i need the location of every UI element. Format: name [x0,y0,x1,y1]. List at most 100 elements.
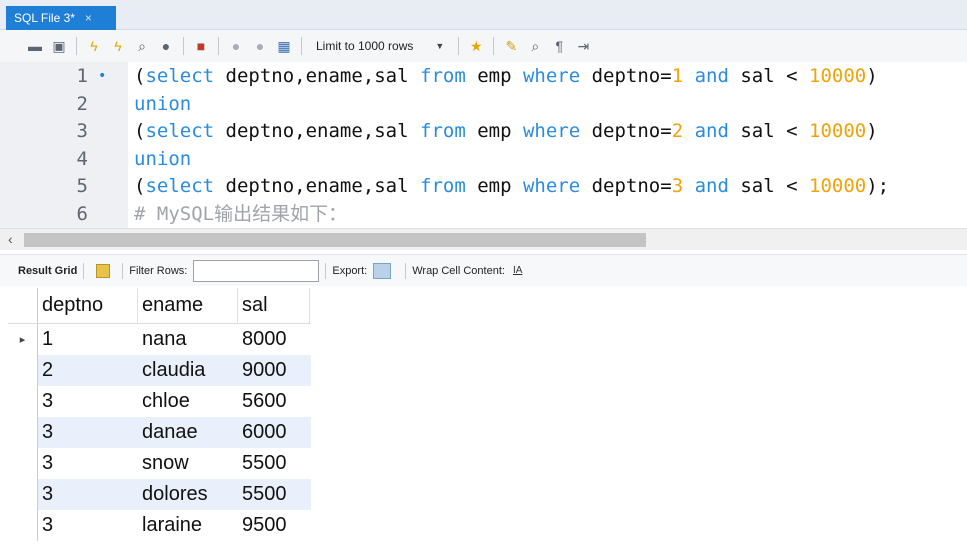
row-selector[interactable] [8,448,38,479]
sql-text: ); [866,175,890,197]
sql-text: sal < [728,175,809,197]
cell-deptno[interactable]: 3 [38,514,138,537]
grid-view-icon[interactable] [96,263,111,278]
line-number-cell: 5 [0,172,128,200]
table-row[interactable]: 3 laraine 9500 [8,510,311,541]
sql-keyword: from [420,120,466,142]
row-selector[interactable] [8,386,38,417]
cell-deptno[interactable]: 1 [38,328,138,351]
toggle-output-icon[interactable]: ■ [192,37,210,55]
cell-sal[interactable]: 5500 [238,452,310,475]
cell-ename[interactable]: laraine [138,514,238,537]
folder-open-icon[interactable]: ▬ [26,37,44,55]
cell-ename[interactable]: claudia [138,359,238,382]
cell-sal[interactable]: 9500 [238,514,310,537]
code-line[interactable]: 4 union [0,145,967,173]
code-line[interactable]: 2 union [0,90,967,118]
sql-text: deptno,ename,sal [214,175,420,197]
cell-ename[interactable]: danae [138,421,238,444]
explain-icon[interactable]: ⌕ [133,37,151,55]
cell-ename[interactable]: chloe [138,390,238,413]
sql-text: deptno= [580,175,672,197]
cell-sal[interactable]: 9000 [238,359,310,382]
table-row[interactable]: 3 snow 5500 [8,448,311,479]
sql-keyword: union [134,147,192,170]
sql-number: 1 [671,65,684,87]
save-icon[interactable]: ▣ [50,37,68,55]
toolbar-separator [183,37,184,55]
toolbar-separator [301,37,302,55]
filter-rows-label: Filter Rows: [129,264,188,277]
add-snippet-icon[interactable]: ★ [467,37,485,55]
beautify-icon[interactable]: ✎ [502,37,520,55]
line-number-cell: 3 [0,117,128,145]
sql-text: ) [866,120,878,142]
wrap-icon[interactable]: ⇥ [574,37,592,55]
line-number: 4 [76,147,88,170]
cell-sal[interactable]: 6000 [238,421,310,444]
close-icon[interactable]: × [85,11,92,25]
execute-current-icon[interactable]: ϟ [109,37,127,55]
table-row[interactable]: ▸ 1 nana 8000 [8,324,311,355]
sql-number: 10000 [809,175,867,197]
code-line[interactable]: 5 (select deptno,ename,sal from emp where… [0,172,967,200]
table-row[interactable]: 2 claudia 9000 [8,355,311,386]
cell-sal[interactable]: 5500 [238,483,310,506]
stop-icon[interactable]: ● [157,37,175,55]
sql-text: deptno,ename,sal [214,120,420,142]
cell-ename[interactable]: nana [138,328,238,351]
cell-ename[interactable]: snow [138,452,238,475]
cell-deptno[interactable]: 3 [38,452,138,475]
chevron-down-icon: ▼ [435,41,445,51]
statement-marker-icon: • [98,68,107,84]
toolbar-separator [76,37,77,55]
tab-sql-file-3[interactable]: SQL File 3* × [6,6,116,30]
cell-deptno[interactable]: 3 [38,421,138,444]
column-header-deptno[interactable]: deptno [38,288,138,323]
cell-deptno[interactable]: 3 [38,483,138,506]
export-icon[interactable] [373,262,392,279]
limit-rows-select[interactable]: Limit to 1000 rows ▼ [310,36,450,56]
code-line[interactable]: 3 (select deptno,ename,sal from emp where… [0,117,967,145]
sql-text: deptno= [580,65,672,87]
cell-deptno[interactable]: 2 [38,359,138,382]
cell-ename[interactable]: dolores [138,483,238,506]
line-number-cell: 6 [0,200,128,228]
scroll-left-icon[interactable]: ‹ [8,231,13,247]
sql-text: emp [465,120,523,142]
invisible-chars-icon[interactable]: ¶ [550,37,568,55]
cell-deptno[interactable]: 3 [38,390,138,413]
current-row-marker-icon[interactable]: ▸ [8,324,38,355]
wrap-cell-content-label: Wrap Cell Content: [412,264,505,277]
grid-header-row: deptno ename sal [8,288,311,324]
toolbar-separator [458,37,460,55]
sql-keyword: and [694,120,729,142]
row-selector[interactable] [8,417,38,448]
table-row[interactable]: 3 dolores 5500 [8,479,311,510]
wrap-cell-icon[interactable]: IA [513,265,522,276]
scrollbar-thumb[interactable] [24,233,646,247]
cell-sal[interactable]: 5600 [238,390,310,413]
code-line[interactable]: 1 • (select deptno,ename,sal from emp wher… [0,62,967,90]
cell-sal[interactable]: 8000 [238,328,310,351]
execute-icon[interactable]: ϟ [85,37,103,55]
find-icon[interactable]: ⌕ [526,37,544,55]
commit-icon[interactable]: ● [227,37,245,55]
sql-text: sal < [728,65,809,87]
autocommit-icon[interactable]: ▦ [275,37,293,55]
toolbar-separator [493,37,495,55]
row-selector[interactable] [8,510,38,541]
rollback-icon[interactable]: ● [251,37,269,55]
limit-rows-label: Limit to 1000 rows [316,39,414,53]
filter-rows-input[interactable] [193,259,320,282]
column-header-sal[interactable]: sal [238,288,310,323]
column-header-ename[interactable]: ename [138,288,238,323]
code-line[interactable]: 6 # MySQL输出结果如下： [0,200,967,228]
result-grid-tab[interactable]: Result Grid [18,265,77,277]
row-selector[interactable] [8,355,38,386]
table-row[interactable]: 3 chloe 5600 [8,386,311,417]
sql-editor[interactable]: 1 • (select deptno,ename,sal from emp wher… [0,62,967,228]
horizontal-scrollbar[interactable]: ‹ [0,228,967,250]
row-selector[interactable] [8,479,38,510]
table-row[interactable]: 3 danae 6000 [8,417,311,448]
